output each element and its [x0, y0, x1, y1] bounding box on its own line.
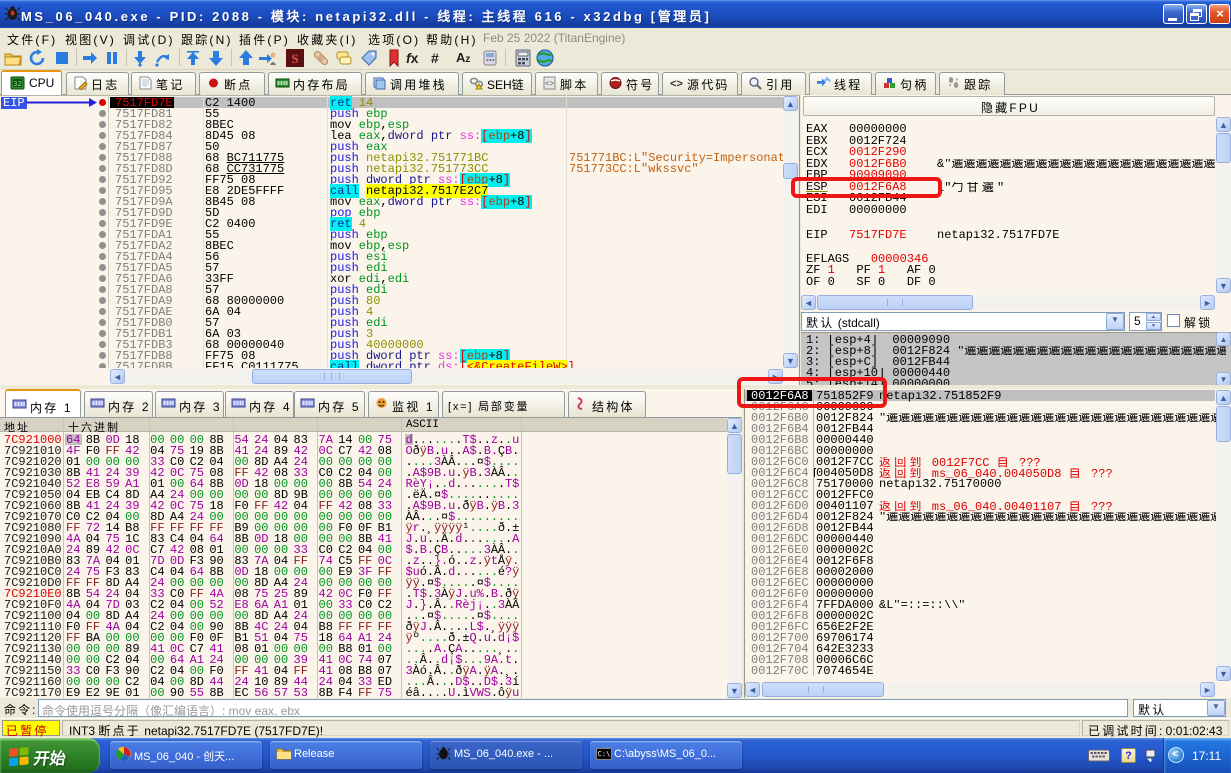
- svg-text:<>: <>: [670, 78, 683, 90]
- svg-text:32: 32: [13, 80, 21, 88]
- svg-text:S: S: [291, 51, 298, 66]
- svg-text:<>: <>: [545, 79, 555, 88]
